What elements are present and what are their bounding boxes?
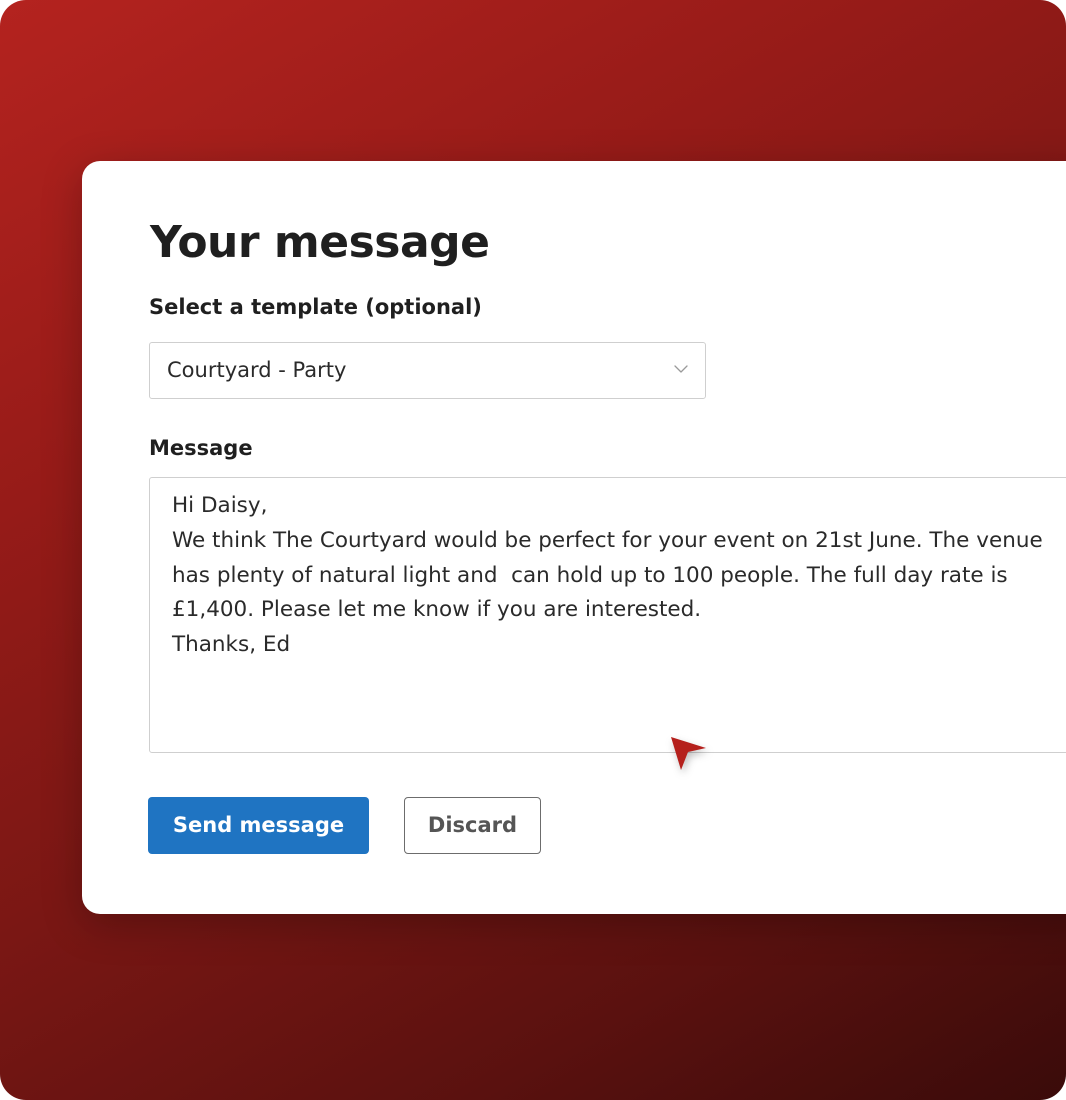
send-message-button[interactable]: Send message — [148, 797, 369, 854]
background-gradient: Your message Select a template (optional… — [0, 0, 1066, 1100]
message-textarea[interactable]: Hi Daisy, We think The Courtyard would b… — [149, 477, 1066, 753]
template-select-value: Courtyard - Party — [167, 358, 347, 382]
message-line: has plenty of natural light and can hold… — [172, 563, 1008, 588]
chevron-down-icon — [674, 365, 688, 373]
cursor-arrow-icon — [671, 737, 706, 770]
message-line: Hi Daisy, — [172, 493, 268, 518]
message-line: We think The Courtyard would be perfect … — [172, 528, 1043, 553]
template-select[interactable]: Courtyard - Party — [149, 342, 706, 399]
page-title: Your message — [150, 217, 490, 268]
message-line: £1,400. Please let me know if you are in… — [172, 597, 702, 622]
message-label: Message — [149, 436, 253, 460]
message-line: Thanks, Ed — [172, 632, 291, 657]
message-card: Your message Select a template (optional… — [82, 161, 1066, 914]
template-label: Select a template (optional) — [149, 295, 482, 319]
discard-button[interactable]: Discard — [404, 797, 541, 854]
